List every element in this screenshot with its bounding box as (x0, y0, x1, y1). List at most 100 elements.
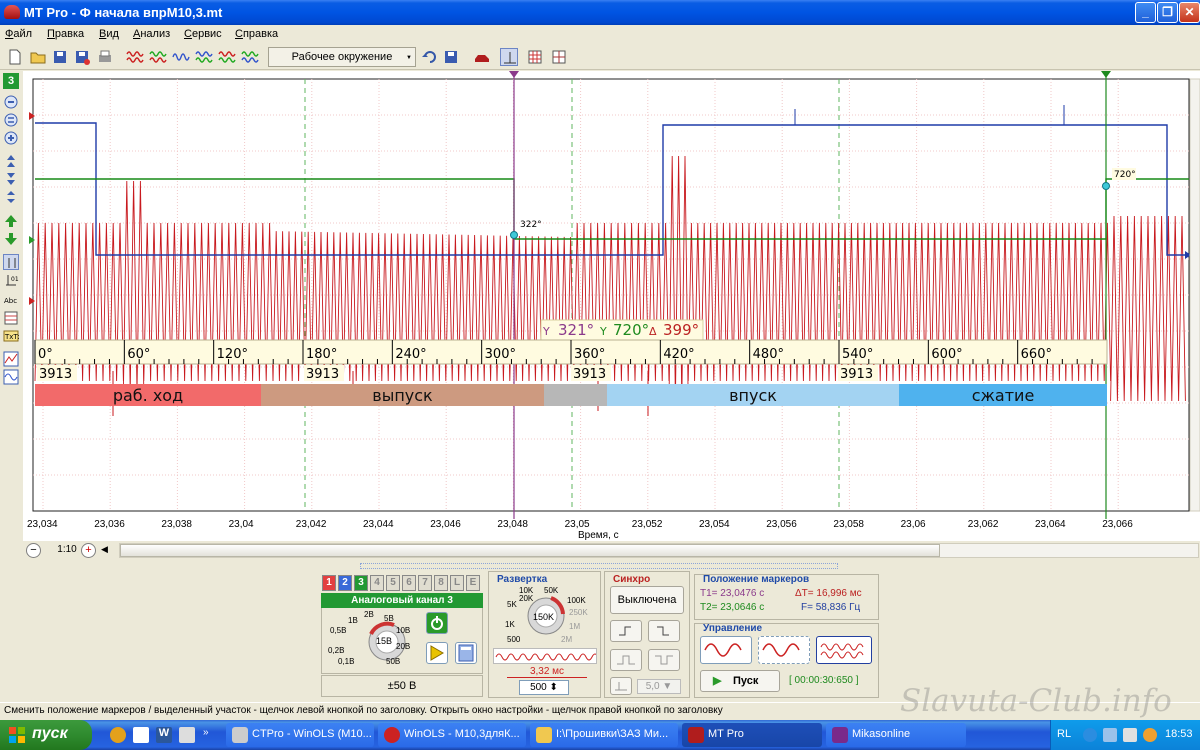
task-explorer[interactable]: I:\Прошивки\ЗАЗ Ми... (530, 723, 678, 747)
oscillogram-area[interactable]: 322° 720° 321° 720° 399° Y Y Δ 0° 60° 120° 180° 240°… (23, 71, 1200, 541)
mode-sine-button[interactable] (700, 636, 752, 664)
menu-help[interactable]: Справка (235, 28, 278, 40)
tray-app-icon[interactable] (1123, 728, 1137, 742)
sweep-label-2m: 2M (561, 635, 573, 644)
channel-tab-7[interactable]: 7 (418, 575, 432, 591)
scroll-thumb[interactable] (120, 544, 940, 557)
open-folder-icon[interactable] (29, 48, 47, 66)
sync-falling-edge-icon[interactable] (648, 620, 680, 642)
wave-6-icon[interactable] (241, 48, 259, 66)
sweep-points-spinner[interactable]: 500 ⬍ (519, 680, 569, 695)
text-label-icon[interactable]: Abc (3, 292, 19, 308)
plot-frame (32, 78, 1190, 512)
zoom-out-v-icon[interactable] (3, 94, 19, 110)
channel-tab-l[interactable]: L (450, 575, 464, 591)
markers-icon[interactable] (550, 48, 568, 66)
cursor-mode-icon[interactable] (500, 48, 518, 66)
wave-5-icon[interactable] (218, 48, 236, 66)
zoom-in-v-icon[interactable] (3, 130, 19, 146)
wave-2-icon[interactable] (149, 48, 167, 66)
scale-down-icon[interactable] (3, 171, 19, 187)
channel-tab-1[interactable]: 1 (322, 575, 336, 591)
language-indicator[interactable]: RL (1057, 728, 1071, 740)
new-file-icon[interactable] (6, 48, 24, 66)
channel-tab-8[interactable]: 8 (434, 575, 448, 591)
channel-tab-3[interactable]: 3 (354, 575, 368, 591)
range-display[interactable]: ±50 В (321, 675, 483, 697)
word-quicklaunch-icon[interactable]: W (156, 727, 172, 743)
save-icon[interactable] (51, 48, 69, 66)
sync-level-input[interactable]: 5,0 ▼ (637, 679, 681, 694)
sync-rising-edge-icon[interactable] (610, 620, 642, 642)
channel-tab-6[interactable]: 6 (402, 575, 416, 591)
shift-up-icon[interactable] (3, 213, 19, 229)
work-environment-dropdown[interactable]: Рабочее окружение (268, 47, 416, 67)
wave-3-icon[interactable] (172, 48, 190, 66)
title-bar: MT Pro - Ф начала впрМ10,3.mt _ ❐ ✕ (0, 0, 1200, 25)
task-winols[interactable]: WinOLS - M10,3дляК... (378, 723, 526, 747)
markers-title: Положение маркеров (703, 574, 810, 585)
oscillo-icon[interactable] (3, 369, 19, 385)
scroll-left-icon[interactable]: ◀ (101, 544, 108, 555)
channel-tab-5[interactable]: 5 (386, 575, 400, 591)
tray-volume-icon[interactable] (1103, 728, 1117, 742)
channel-indicator[interactable]: 3 (3, 73, 19, 89)
menu-edit[interactable]: Правка (47, 28, 84, 40)
table-icon[interactable] (3, 310, 19, 326)
undo-icon[interactable] (421, 48, 439, 66)
sync-pulse-down-icon[interactable] (648, 649, 680, 671)
task-mtpro[interactable]: MT Pro (682, 723, 822, 747)
zoom-out-button[interactable]: − (26, 543, 41, 558)
quicklaunch-more-icon[interactable]: » (203, 727, 209, 738)
invert-button[interactable] (426, 642, 448, 664)
start-button[interactable]: ▶ Пуск (700, 670, 780, 692)
power-button[interactable] (426, 612, 448, 634)
tray-update-icon[interactable] (1143, 728, 1157, 742)
channel-tab-2[interactable]: 2 (338, 575, 352, 591)
car-icon[interactable] (473, 48, 491, 66)
mode-record-button[interactable] (816, 636, 872, 664)
oscillogram-svg[interactable]: 322° 720° 321° 720° 399° Y Y Δ 0° 60° 120° 180° 240°… (23, 71, 1200, 541)
menu-view[interactable]: Вид (99, 28, 119, 40)
task-mikasonline[interactable]: Mikasonline (826, 723, 966, 747)
x-tick-label: 23,064 (1035, 519, 1066, 530)
wave-1-icon[interactable] (126, 48, 144, 66)
scale-reset-icon[interactable] (3, 189, 19, 205)
task-ctpro[interactable]: CTPro - WinOLS (M10... (226, 723, 374, 747)
start-button-taskbar[interactable]: пуск (0, 720, 92, 750)
minimize-button[interactable]: _ (1135, 2, 1156, 23)
panel-splitter[interactable] (360, 563, 838, 569)
horizontal-scrollbar[interactable] (119, 543, 1199, 558)
sync-level-icon[interactable] (610, 677, 632, 695)
menu-analysis[interactable]: Анализ (133, 28, 170, 40)
channel-tab-4[interactable]: 4 (370, 575, 384, 591)
wave-4-icon[interactable] (195, 48, 213, 66)
shift-down-icon[interactable] (3, 231, 19, 247)
sync-mode-button[interactable]: Выключена (610, 586, 684, 614)
export-icon[interactable] (442, 48, 460, 66)
measure-icon[interactable]: 01 (3, 272, 19, 288)
close-button[interactable]: ✕ (1179, 2, 1200, 23)
chart-icon[interactable] (3, 351, 19, 367)
menu-file[interactable]: Файл (5, 28, 32, 40)
text-tool-icon[interactable]: TxTx (3, 328, 22, 344)
channel-tab-e[interactable]: E (466, 575, 480, 591)
menu-service[interactable]: Сервис (184, 28, 222, 40)
maximize-button[interactable]: ❐ (1157, 2, 1178, 23)
grid-icon[interactable] (526, 48, 544, 66)
sync-pulse-up-icon[interactable] (610, 649, 642, 671)
save-as-icon[interactable] (73, 48, 91, 66)
degree-label: 420° (663, 347, 694, 362)
tray-network-icon[interactable] (1083, 728, 1097, 742)
zoom-in-button[interactable]: + (81, 543, 96, 558)
cursor-icon[interactable] (3, 254, 19, 270)
zoom-fit-v-icon[interactable] (3, 112, 19, 128)
mode-single-button[interactable] (758, 636, 810, 664)
scale-up-icon[interactable] (3, 153, 19, 169)
settings-quicklaunch-icon[interactable] (179, 727, 195, 743)
calculator-icon[interactable] (455, 642, 477, 664)
explorer-quicklaunch-icon[interactable] (133, 727, 149, 743)
chrome-quicklaunch-icon[interactable] (110, 727, 126, 743)
spinner-arrows-icon[interactable]: ⬍ (550, 682, 558, 693)
print-icon[interactable] (96, 48, 114, 66)
